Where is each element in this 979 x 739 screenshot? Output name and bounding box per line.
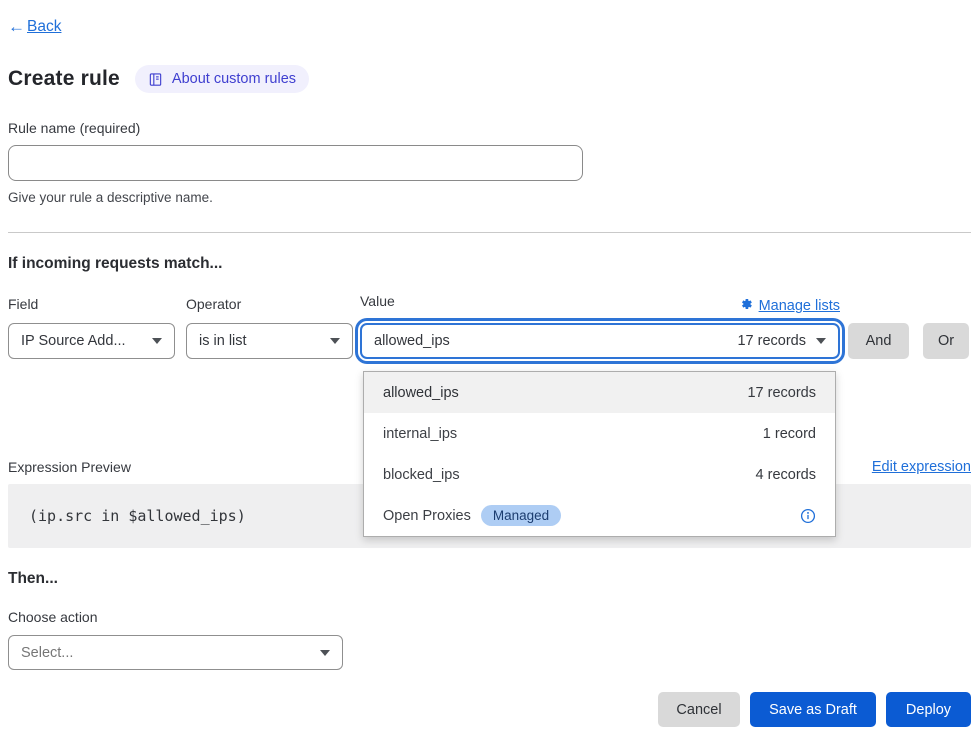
- about-custom-rules-label: About custom rules: [172, 71, 296, 87]
- and-or-buttons: And Or: [848, 296, 969, 359]
- manage-lists-link[interactable]: Manage lists: [739, 297, 840, 315]
- match-section-heading: If incoming requests match...: [8, 255, 971, 273]
- list-item-open-proxies[interactable]: Open Proxies Managed: [364, 495, 835, 536]
- list-item-name: Open Proxies: [383, 508, 471, 524]
- chevron-down-icon: [330, 338, 340, 344]
- chevron-down-icon: [320, 650, 330, 656]
- list-item-name: internal_ips: [383, 426, 457, 442]
- list-item-records: 4 records: [756, 467, 816, 483]
- operator-column: Operator is in list: [186, 296, 353, 359]
- list-item-blocked-ips[interactable]: blocked_ips 4 records: [364, 454, 835, 495]
- section-divider: [8, 232, 971, 233]
- rule-name-input[interactable]: [8, 145, 583, 181]
- value-combobox-value: allowed_ips: [374, 333, 450, 349]
- value-combobox-right: 17 records: [737, 333, 826, 349]
- rule-name-helper-text: Give your rule a descriptive name.: [8, 190, 971, 205]
- back-link-label: Back: [27, 18, 61, 36]
- value-label-row: Value Manage lists: [360, 296, 840, 316]
- field-select[interactable]: IP Source Add...: [8, 323, 175, 359]
- page-title: Create rule: [8, 67, 120, 91]
- managed-badge: Managed: [481, 505, 561, 526]
- cancel-button[interactable]: Cancel: [658, 692, 740, 727]
- chevron-down-icon: [816, 338, 826, 344]
- expression-code: (ip.src in $allowed_ips): [29, 507, 246, 525]
- back-row: ← Back: [8, 0, 971, 37]
- back-arrow-icon: ←: [8, 17, 25, 37]
- value-label: Value: [360, 293, 395, 313]
- rule-name-label: Rule name (required): [8, 120, 971, 136]
- list-item-internal-ips[interactable]: internal_ips 1 record: [364, 413, 835, 454]
- book-icon: [148, 72, 163, 87]
- edit-expression-link[interactable]: Edit expression: [872, 459, 971, 475]
- operator-label: Operator: [186, 296, 353, 316]
- list-item-records: 1 record: [763, 426, 816, 442]
- or-button[interactable]: Or: [923, 323, 969, 359]
- title-row: Create rule About custom rules: [8, 65, 971, 93]
- value-combobox[interactable]: allowed_ips 17 records: [360, 323, 840, 359]
- gear-icon: [739, 297, 753, 315]
- about-custom-rules-link[interactable]: About custom rules: [135, 65, 309, 93]
- manage-lists-label: Manage lists: [759, 298, 840, 314]
- list-item-left: Open Proxies Managed: [383, 505, 561, 526]
- field-column: Field IP Source Add...: [8, 296, 175, 359]
- deploy-button[interactable]: Deploy: [886, 692, 971, 727]
- list-item-allowed-ips[interactable]: allowed_ips 17 records: [364, 372, 835, 413]
- condition-row: Field IP Source Add... Operator is in li…: [8, 296, 971, 359]
- field-label: Field: [8, 296, 175, 316]
- and-button[interactable]: And: [848, 323, 909, 359]
- list-item-name: blocked_ips: [383, 467, 460, 483]
- list-item-records: 17 records: [747, 385, 816, 401]
- field-select-value: IP Source Add...: [21, 333, 126, 349]
- then-section-heading: Then...: [8, 570, 971, 588]
- value-records-count: 17 records: [737, 333, 806, 349]
- chevron-down-icon: [152, 338, 162, 344]
- action-select-placeholder: Select...: [21, 645, 73, 661]
- info-icon[interactable]: [800, 508, 816, 524]
- lists-dropdown-panel: allowed_ips 17 records internal_ips 1 re…: [363, 371, 836, 537]
- list-item-name: allowed_ips: [383, 385, 459, 401]
- operator-select-value: is in list: [199, 333, 247, 349]
- expression-preview-label: Expression Preview: [8, 459, 131, 475]
- save-as-draft-button[interactable]: Save as Draft: [750, 692, 876, 727]
- choose-action-label: Choose action: [8, 609, 971, 625]
- value-column: Value Manage lists allowed_ips 17 record…: [360, 296, 840, 359]
- footer-actions: Cancel Save as Draft Deploy: [8, 692, 971, 727]
- back-link[interactable]: ← Back: [8, 17, 61, 37]
- action-select[interactable]: Select...: [8, 635, 343, 670]
- create-rule-page: ← Back Create rule About custom rules Ru…: [0, 0, 979, 739]
- operator-select[interactable]: is in list: [186, 323, 353, 359]
